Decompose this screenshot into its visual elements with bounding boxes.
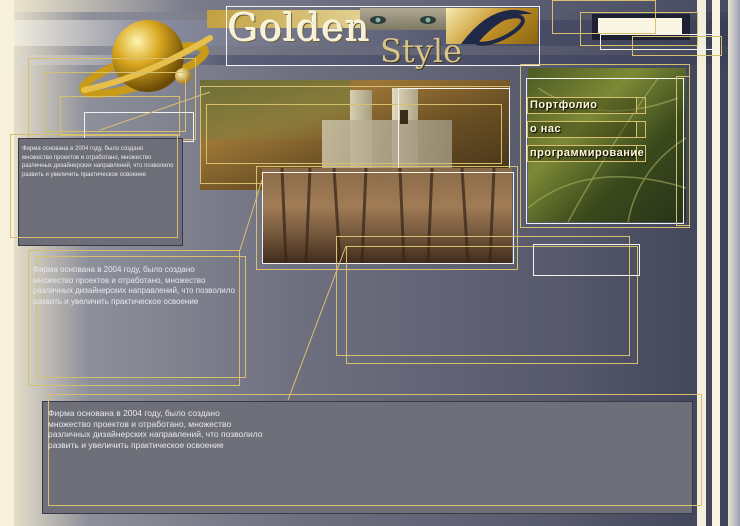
connector-lines: [99, 91, 347, 401]
